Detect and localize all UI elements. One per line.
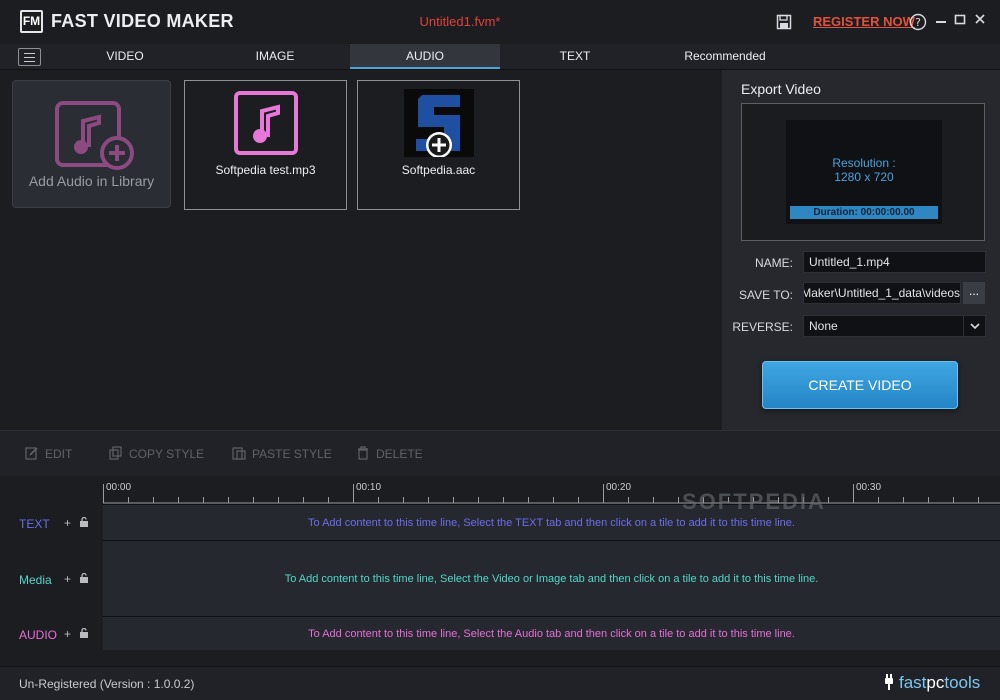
tab-video[interactable]: VIDEO xyxy=(50,44,200,69)
maximize-icon[interactable] xyxy=(952,12,968,32)
reverse-value: None xyxy=(809,319,838,333)
edit-toolbar: EDIT COPY STYLE PASTE STYLE DELETE xyxy=(0,430,1000,476)
close-icon[interactable] xyxy=(972,12,988,32)
chevron-down-icon[interactable] xyxy=(963,316,985,336)
fastpctools-logo[interactable]: fastpctools xyxy=(883,673,980,695)
hamburger-menu-icon[interactable] xyxy=(18,48,41,66)
brand-tools: tools xyxy=(944,673,981,692)
tab-image[interactable]: IMAGE xyxy=(200,44,350,69)
music-note-icon xyxy=(234,91,298,158)
ruler-label: 00:00 xyxy=(106,482,132,493)
paste-style-label: PASTE STYLE xyxy=(252,447,332,461)
duration-bar: Duration: 00:00:00.00 xyxy=(790,206,938,219)
audio-track-hint: To Add content to this time line, Select… xyxy=(308,628,795,640)
register-now-link[interactable]: REGISTER NOW xyxy=(813,14,915,29)
tab-audio[interactable]: AUDIO xyxy=(350,44,500,69)
ruler-label: 00:20 xyxy=(606,482,632,493)
version-status: Un-Registered (Version : 1.0.0.2) xyxy=(19,677,195,691)
time-ruler[interactable]: 00:00 00:10 00:20 00:30 xyxy=(103,476,1000,504)
softpedia-thumbnail xyxy=(404,89,474,157)
library-item[interactable]: Softpedia.aac xyxy=(357,80,520,210)
copy-style-label: COPY STYLE xyxy=(129,447,205,461)
library-item-name: Softpedia.aac xyxy=(401,163,476,177)
reverse-label: REVERSE: xyxy=(732,320,793,334)
text-track-hint: To Add content to this time line, Select… xyxy=(308,517,795,529)
plug-icon xyxy=(883,674,895,695)
help-icon[interactable]: ? xyxy=(908,12,928,32)
status-bar: Un-Registered (Version : 1.0.0.2) fastpc… xyxy=(0,666,1000,700)
save-to-path: Maker\Untitled_1_data\videos xyxy=(803,286,960,300)
copy-style-button[interactable]: COPY STYLE xyxy=(109,446,204,461)
document-title: Untitled1.fvm* xyxy=(419,14,501,29)
track-controls: + xyxy=(64,627,89,641)
track-controls: + xyxy=(64,572,89,586)
softpedia-watermark: SOFTPEDIA xyxy=(682,489,826,514)
track-name-media: Media xyxy=(19,573,52,587)
track-controls: + xyxy=(64,516,89,530)
video-preview: Resolution : 1280 x 720 Duration: 00:00:… xyxy=(741,103,985,241)
paste-icon xyxy=(232,446,246,460)
media-track[interactable]: To Add content to this time line, Select… xyxy=(103,540,1000,616)
paste-style-button[interactable]: PASTE STYLE xyxy=(232,446,332,461)
lock-icon[interactable] xyxy=(79,572,89,586)
trash-icon xyxy=(356,446,370,460)
app-logo: FM xyxy=(20,10,43,33)
add-icon[interactable]: + xyxy=(64,572,71,586)
ruler-label: 00:30 xyxy=(856,482,882,493)
title-bar: FM FAST VIDEO MAKER Untitled1.fvm* REGIS… xyxy=(0,0,1000,44)
name-label: NAME: xyxy=(754,256,793,270)
create-video-button[interactable]: CREATE VIDEO xyxy=(762,361,958,409)
library-item[interactable]: Softpedia test.mp3 xyxy=(184,80,347,210)
resolution-info: Resolution : 1280 x 720 xyxy=(786,156,942,184)
pencil-icon xyxy=(25,446,39,460)
ruler-label: 00:10 xyxy=(356,482,382,493)
brand-fast: fast xyxy=(899,673,927,692)
copy-icon xyxy=(109,446,123,460)
name-field[interactable]: Untitled_1.mp4 xyxy=(803,251,986,273)
add-audio-icon xyxy=(55,101,135,174)
save-to-field[interactable]: Maker\Untitled_1_data\videos xyxy=(803,282,961,304)
media-track-hint: To Add content to this time line, Select… xyxy=(284,573,819,585)
add-audio-label: Add Audio in Library xyxy=(28,173,155,189)
text-track[interactable]: To Add content to this time line, Select… xyxy=(103,504,1000,540)
tab-recommended[interactable]: Recommended xyxy=(650,44,800,69)
delete-label: DELETE xyxy=(376,447,423,461)
preview-screen: Resolution : 1280 x 720 Duration: 00:00:… xyxy=(786,120,942,224)
add-icon[interactable]: + xyxy=(64,627,71,641)
audio-library-panel: Add Audio in Library Softpedia test.mp3 … xyxy=(0,70,722,430)
minimize-icon[interactable] xyxy=(933,12,949,32)
export-panel: Export Video Resolution : 1280 x 720 Dur… xyxy=(722,70,1000,430)
edit-button[interactable]: EDIT xyxy=(25,446,72,461)
browse-button[interactable]: ... xyxy=(963,282,985,304)
resolution-label: Resolution : xyxy=(832,156,896,170)
add-audio-tile[interactable]: Add Audio in Library xyxy=(12,80,171,208)
library-item-name: Softpedia test.mp3 xyxy=(215,163,316,177)
lock-icon[interactable] xyxy=(79,627,89,641)
svg-text:?: ? xyxy=(915,16,921,29)
lock-icon[interactable] xyxy=(79,516,89,530)
app-name: FAST VIDEO MAKER xyxy=(51,11,234,31)
resolution-value: 1280 x 720 xyxy=(834,170,894,184)
add-icon[interactable]: + xyxy=(64,516,71,530)
delete-button[interactable]: DELETE xyxy=(356,446,423,461)
save-to-label: SAVE TO: xyxy=(738,288,793,302)
brand-pc: pc xyxy=(926,673,945,692)
audio-track[interactable]: To Add content to this time line, Select… xyxy=(103,616,1000,650)
track-name-audio: AUDIO xyxy=(19,628,58,642)
main-tab-bar: VIDEO IMAGE AUDIO TEXT Recommended xyxy=(0,44,1000,70)
timeline: 00:00 00:10 00:20 00:30 TEXT + To Add co… xyxy=(0,476,1000,666)
reverse-select[interactable]: None xyxy=(803,315,986,337)
export-title: Export Video xyxy=(741,81,821,97)
edit-label: EDIT xyxy=(45,447,73,461)
tab-text[interactable]: TEXT xyxy=(500,44,650,69)
track-name-text: TEXT xyxy=(19,517,50,531)
save-icon[interactable] xyxy=(774,12,794,32)
